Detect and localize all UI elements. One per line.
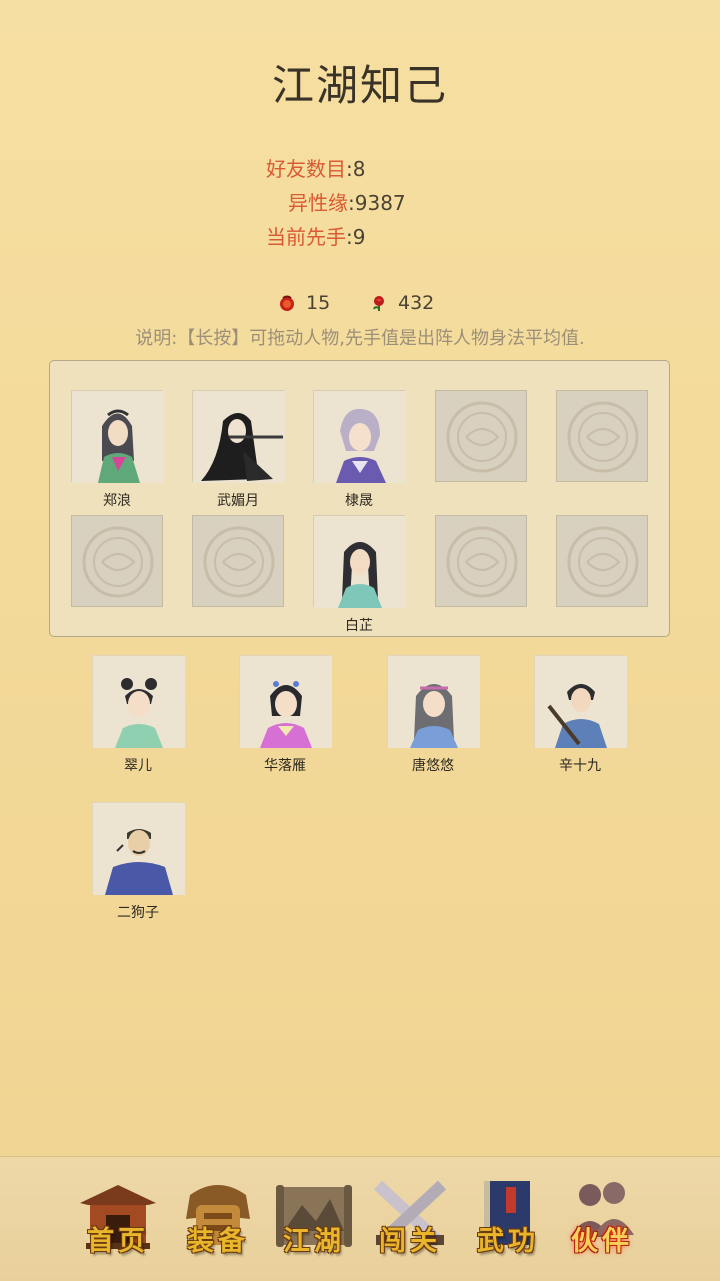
resource-rose: 432: [370, 290, 434, 316]
stat-charm: 异性缘:9387: [288, 191, 406, 215]
stat-friend-count: 好友数目:8: [266, 157, 366, 181]
character-name: 二狗子: [117, 905, 159, 921]
instruction-note: 说明:【长按】可拖动人物,先手值是出阵人物身法平均值.: [135, 328, 585, 349]
bench-character[interactable]: 华落雁: [239, 655, 332, 774]
emblem-icon: [567, 401, 639, 473]
nav-equipment[interactable]: 装备: [176, 1175, 260, 1265]
nav-label: 伙伴: [571, 1226, 633, 1257]
team-formation-panel: 郑浪 武媚月 棣晟 白芷: [49, 360, 670, 637]
stat-value: 9387: [354, 191, 406, 215]
team-slot-empty[interactable]: [435, 515, 527, 607]
character-portrait: [93, 656, 185, 748]
emblem-icon: [446, 401, 518, 473]
team-slot-empty[interactable]: [556, 515, 648, 607]
portrait-frame: [239, 655, 332, 748]
empty-slot-emblem: [71, 515, 163, 607]
stat-label: 异性缘: [288, 191, 348, 215]
character-name: 辛十九: [559, 758, 601, 774]
team-slot-empty[interactable]: [71, 515, 163, 607]
resource-pouch: 15: [278, 290, 330, 316]
character-portrait: [314, 516, 406, 608]
empty-slot-emblem: [192, 515, 284, 607]
character-portrait: [72, 391, 164, 483]
team-slot-empty[interactable]: [556, 390, 648, 482]
portrait-frame: [192, 390, 285, 483]
portrait-frame: [534, 655, 627, 748]
stat-label: 好友数目: [266, 157, 346, 181]
character-portrait: [93, 803, 185, 895]
character-portrait: [314, 391, 406, 483]
character-name: 唐悠悠: [412, 758, 454, 774]
nav-companions[interactable]: 伙伴: [560, 1175, 644, 1265]
nav-label: 江湖: [283, 1226, 345, 1257]
character-name: 棣晟: [345, 493, 373, 509]
portrait-frame: [92, 655, 185, 748]
character-portrait: [535, 656, 627, 748]
resource-count: 432: [398, 292, 435, 314]
page-title: 江湖知己: [271, 61, 448, 110]
team-slot-8[interactable]: 白芷: [313, 515, 406, 634]
empty-slot-emblem: [435, 515, 527, 607]
empty-slot-emblem: [435, 390, 527, 482]
team-slot-3[interactable]: 棣晟: [313, 390, 406, 509]
emblem-icon: [567, 526, 639, 598]
bench-character[interactable]: 二狗子: [92, 802, 185, 921]
stat-label: 当前先手: [266, 225, 346, 249]
team-slot-2[interactable]: 武媚月: [192, 390, 285, 509]
bottom-nav-bar: 首页 装备 江湖 闯关 武功 伙伴: [0, 1156, 720, 1281]
character-name: 郑浪: [103, 493, 131, 509]
nav-label: 首页: [87, 1226, 149, 1257]
nav-jianghu[interactable]: 江湖: [272, 1175, 356, 1265]
nav-label: 闯关: [379, 1226, 441, 1257]
character-name: 翠儿: [124, 758, 152, 774]
emblem-icon: [82, 526, 154, 598]
empty-slot-emblem: [556, 390, 648, 482]
resource-count: 15: [306, 292, 331, 314]
team-slot-1[interactable]: 郑浪: [71, 390, 164, 509]
bench-character[interactable]: 翠儿: [92, 655, 185, 774]
red-rose-icon: [373, 296, 384, 311]
portrait-frame: [313, 390, 406, 483]
stat-initiative: 当前先手:9: [266, 225, 366, 249]
stat-value: 9: [352, 225, 366, 249]
portrait-frame: [92, 802, 185, 895]
nav-challenge[interactable]: 闯关: [368, 1175, 452, 1265]
red-pouch-icon: [280, 295, 294, 311]
bench-character[interactable]: 辛十九: [534, 655, 627, 774]
team-slot-empty[interactable]: [192, 515, 284, 607]
character-name: 武媚月: [217, 493, 259, 509]
portrait-frame: [313, 515, 406, 608]
character-name: 华落雁: [264, 758, 306, 774]
portrait-frame: [387, 655, 480, 748]
character-name: 白芷: [345, 618, 373, 634]
emblem-icon: [203, 526, 275, 598]
emblem-icon: [446, 526, 518, 598]
stat-value: 8: [352, 157, 366, 181]
nav-label: 装备: [187, 1226, 249, 1257]
bench-character[interactable]: 唐悠悠: [387, 655, 480, 774]
nav-home[interactable]: 首页: [76, 1175, 160, 1265]
character-portrait: [388, 656, 480, 748]
empty-slot-emblem: [556, 515, 648, 607]
character-portrait: [193, 391, 285, 483]
nav-label: 武功: [477, 1226, 539, 1257]
nav-martial-arts[interactable]: 武功: [466, 1175, 550, 1265]
portrait-frame: [71, 390, 164, 483]
character-portrait: [240, 656, 332, 748]
team-slot-empty[interactable]: [435, 390, 527, 482]
